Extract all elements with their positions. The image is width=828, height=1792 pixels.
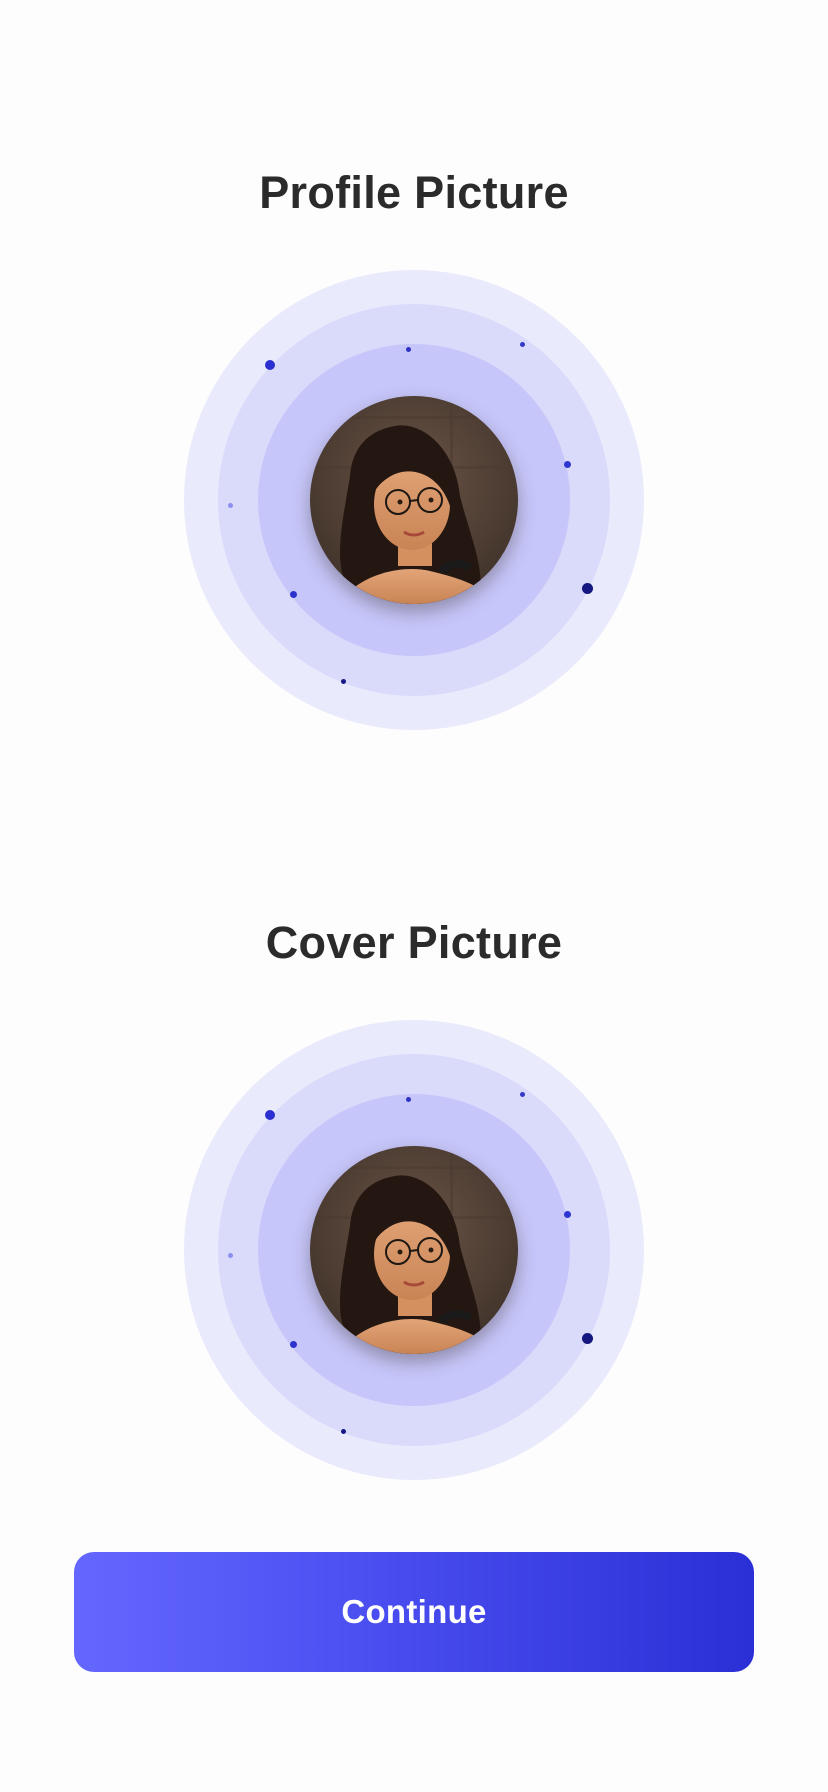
decorative-dot [341,1429,346,1434]
decorative-dot [265,1110,275,1120]
decorative-dot [406,1097,411,1102]
decorative-dot [228,1253,233,1258]
woman-portrait-icon [310,396,518,604]
profile-picture-title: Profile Picture [259,167,569,218]
decorative-dot [582,1333,593,1344]
decorative-dot [564,1211,571,1218]
decorative-dot [265,360,275,370]
decorative-dot [520,342,525,347]
profile-avatar-image[interactable] [310,396,518,604]
decorative-dot [520,1092,525,1097]
woman-portrait-icon [310,1146,518,1354]
decorative-dot [290,1341,297,1348]
continue-button[interactable]: Continue [74,1552,754,1672]
cover-picture-picker[interactable] [184,1020,644,1480]
cover-avatar-image[interactable] [310,1146,518,1354]
profile-picture-picker[interactable] [184,270,644,730]
decorative-dot [406,347,411,352]
cover-picture-title: Cover Picture [265,917,563,968]
decorative-dot [564,461,571,468]
decorative-dot [582,583,593,594]
decorative-dot [290,591,297,598]
decorative-dot [341,679,346,684]
decorative-dot [228,503,233,508]
